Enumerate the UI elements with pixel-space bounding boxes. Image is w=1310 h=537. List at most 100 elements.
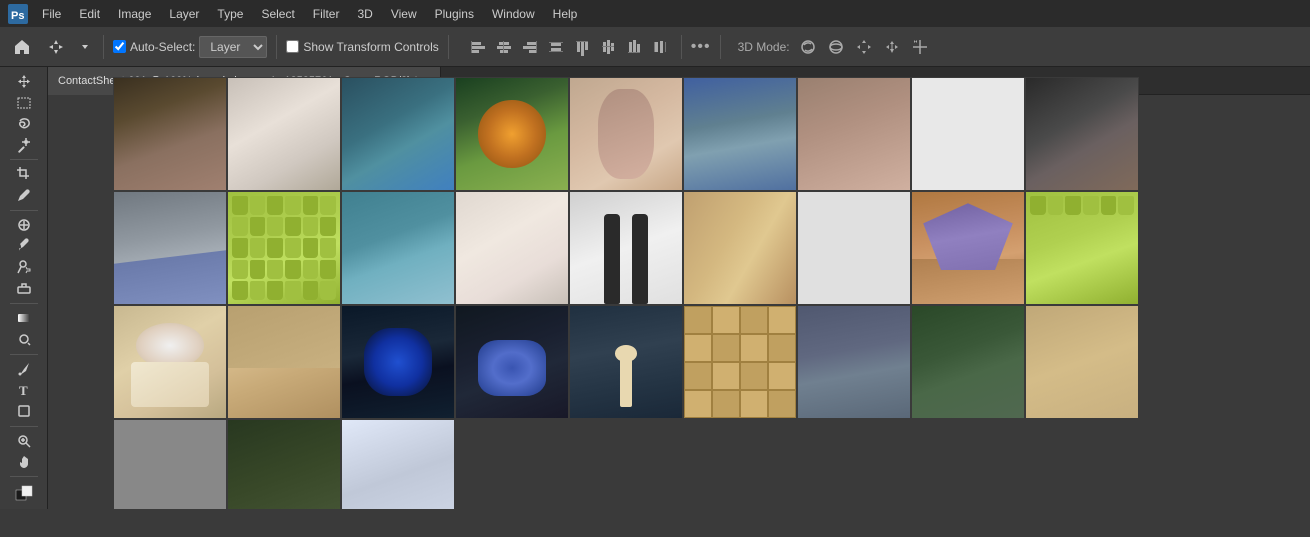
photo-20 [227,305,341,419]
auto-select-area: Auto-Select: Layer Group [113,36,267,58]
text-tool[interactable]: T [8,381,40,398]
svg-text:Ps: Ps [11,10,24,22]
photo-4 [455,77,569,191]
menu-plugins[interactable]: Plugins [427,5,482,23]
photo-16 [797,191,911,305]
menu-image[interactable]: Image [110,5,159,23]
menu-bar: Ps File Edit Image Layer Type Select Fil… [0,0,1310,27]
left-panel-separator-3 [10,303,38,304]
zoom-tool[interactable] [8,432,40,449]
photo-3 [341,77,455,191]
photo-19 [113,305,227,419]
photo-32 [227,419,341,509]
menu-file[interactable]: File [34,5,69,23]
distribute-v-icon[interactable] [648,35,672,59]
orbit-3d-icon[interactable] [824,35,848,59]
foreground-color[interactable] [8,483,40,503]
menu-select[interactable]: Select [253,5,302,23]
left-panel-separator-6 [10,476,38,477]
photo-6 [683,77,797,191]
photo-28 [797,305,911,419]
toolbar-separator-5 [720,35,721,59]
marquee-tool[interactable] [8,94,40,111]
toolbar-separator-4 [681,35,682,59]
photo-21 [341,305,455,419]
eyedropper-tool[interactable] [8,187,40,204]
menu-help[interactable]: Help [545,5,586,23]
photo-9 [1025,77,1139,191]
ps-logo: Ps [8,4,28,24]
zoom-3d-icon[interactable] [908,35,932,59]
distribute-icon[interactable] [544,35,568,59]
photo-1 [113,77,227,191]
photo-8 [911,77,1025,191]
menu-window[interactable]: Window [484,5,543,23]
align-top-icon[interactable] [570,35,594,59]
clone-tool[interactable] [8,259,40,276]
home-button[interactable] [8,33,36,61]
photo-11 [227,191,341,305]
more-options-button[interactable]: ••• [691,38,711,56]
menu-3d[interactable]: 3D [349,5,380,23]
align-right-icon[interactable] [518,35,542,59]
move-options-button[interactable] [42,33,70,61]
hand-tool[interactable] [8,453,40,470]
contact-sheet [113,77,1139,509]
photo-29 [911,305,1025,419]
photo-30 [1025,305,1139,419]
pan-3d-icon[interactable] [852,35,876,59]
magic-wand-tool[interactable] [8,136,40,153]
eraser-tool[interactable] [8,280,40,297]
lasso-tool[interactable] [8,115,40,132]
toolbar-separator-1 [103,35,104,59]
photo-7 [797,77,911,191]
slide-3d-icon[interactable] [880,35,904,59]
main-layout: T ContactSheet-001 @ 100% (pexels-boom- … [0,67,1310,509]
menu-type[interactable]: Type [209,5,251,23]
auto-select-checkbox[interactable] [113,40,126,53]
3d-mode-label: 3D Mode: [738,40,790,54]
align-center-h-icon[interactable] [492,35,516,59]
menu-filter[interactable]: Filter [305,5,348,23]
shape-tool[interactable] [8,403,40,420]
toolbar-separator-2 [276,35,277,59]
svg-text:T: T [19,383,28,398]
photo-13 [455,191,569,305]
move-dropdown[interactable] [76,33,94,61]
left-panel-separator-1 [10,159,38,160]
rotate-3d-icon[interactable] [796,35,820,59]
photo-15 [683,191,797,305]
3d-mode-icons [796,35,932,59]
toolbar-separator-3 [448,35,449,59]
dodge-tool[interactable] [8,331,40,348]
menu-layer[interactable]: Layer [161,5,207,23]
gradient-tool[interactable] [8,310,40,327]
align-middle-icon[interactable] [596,35,620,59]
left-tool-panel: T [0,67,48,509]
photo-10 [113,191,227,305]
align-bottom-icon[interactable] [622,35,646,59]
photo-31 [113,419,227,509]
left-panel-separator-2 [10,210,38,211]
show-transform-controls: Show Transform Controls [286,40,438,54]
align-left-icon[interactable] [466,35,490,59]
menu-edit[interactable]: Edit [71,5,108,23]
auto-select-label[interactable]: Auto-Select: [113,40,195,54]
left-panel-separator-4 [10,354,38,355]
photo-33 [341,419,455,509]
auto-select-dropdown[interactable]: Layer Group [199,36,267,58]
photo-5 [569,77,683,191]
align-icons-group [466,35,672,59]
healing-tool[interactable] [8,217,40,234]
brush-tool[interactable] [8,238,40,255]
transform-checkbox[interactable] [286,40,299,53]
photo-23 [569,305,683,419]
photo-12 [341,191,455,305]
crop-tool[interactable] [8,166,40,183]
pen-tool[interactable] [8,360,40,377]
photo-2 [227,77,341,191]
photo-18 [1025,191,1139,305]
menu-view[interactable]: View [383,5,425,23]
move-tool[interactable] [8,73,40,90]
photo-17 [911,191,1025,305]
